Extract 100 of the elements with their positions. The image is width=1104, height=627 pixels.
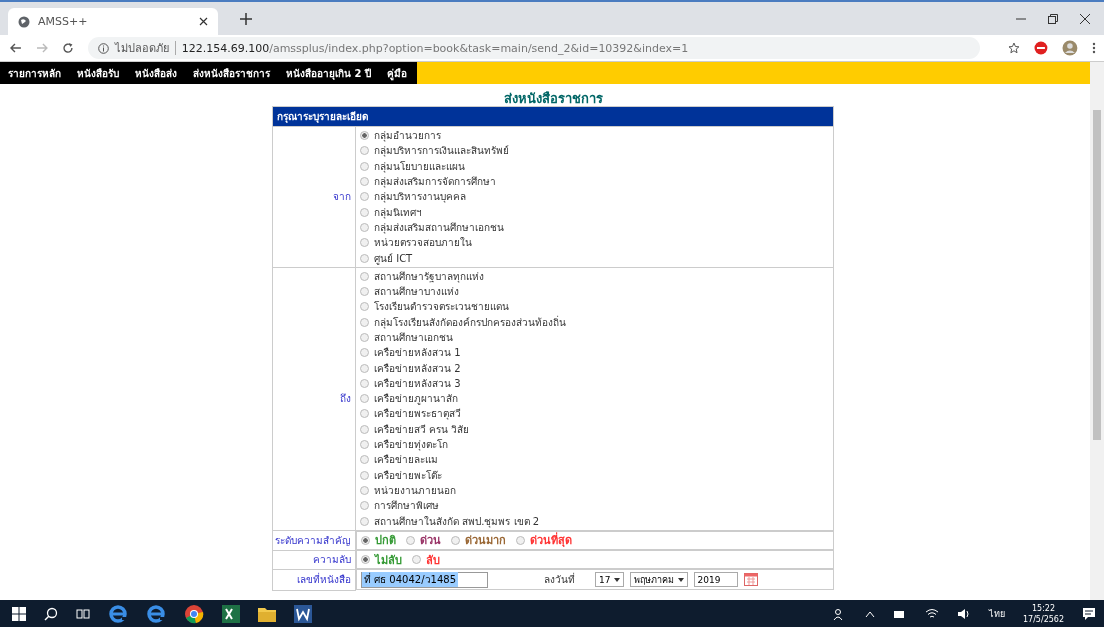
radio-button[interactable]	[360, 348, 369, 358]
radio-button[interactable]	[361, 555, 370, 565]
spreadsheet-icon[interactable]	[222, 604, 240, 623]
radio-option[interactable]: เครือข่ายสวี ครน วิสัย	[360, 421, 829, 437]
year-field[interactable]: 2019	[694, 572, 739, 588]
search-icon[interactable]	[44, 606, 58, 621]
radio-option[interactable]: เครือข่ายละแม	[360, 452, 829, 468]
back-icon[interactable]	[10, 42, 22, 54]
radio-option[interactable]: สถานศึกษาในสังกัด สพป.ชุมพร เขต 2	[360, 513, 829, 529]
windows-icon[interactable]	[12, 606, 26, 621]
new-tab-icon[interactable]	[240, 12, 252, 25]
radio-button[interactable]	[360, 222, 369, 232]
option-label[interactable]: ด่วนมาก	[465, 531, 506, 550]
option-label[interactable]: ด่วนที่สุด	[530, 531, 572, 550]
radio-option[interactable]: สถานศึกษาเอกชน	[360, 329, 829, 346]
scrollbar[interactable]	[1090, 62, 1104, 600]
nav-link[interactable]: หนังสืออายุเกิน 2 ปี	[286, 65, 371, 81]
option-label[interactable]: ลับ	[426, 550, 440, 569]
notification-icon[interactable]	[1082, 606, 1096, 621]
radio-button[interactable]	[360, 253, 369, 263]
radio-option[interactable]: เครือข่ายหลังสวน 2	[360, 360, 829, 376]
radio-option[interactable]: สถานศึกษารัฐบาลทุกแห่ง	[360, 268, 829, 284]
avatar-icon[interactable]	[1062, 40, 1079, 56]
radio-option[interactable]: โรงเรียนตำรวจตระเวนชายแดน	[360, 299, 829, 315]
radio-button[interactable]	[360, 177, 369, 187]
wifi-icon[interactable]	[924, 607, 939, 620]
radio-option[interactable]: เครือข่ายหลังสวน 1	[360, 345, 829, 361]
browser-e-icon[interactable]	[108, 603, 128, 624]
document-number-field[interactable]: ที่ ศธ 04042/ว1485	[361, 571, 488, 588]
language-indicator[interactable]: ไทย	[988, 606, 1005, 621]
radio-button[interactable]	[412, 555, 421, 565]
radio-option[interactable]: เครือข่ายภูผานาสัก	[360, 391, 829, 407]
browser-e-icon[interactable]	[146, 603, 166, 624]
radio-button[interactable]	[360, 485, 369, 495]
radio-button[interactable]	[360, 238, 369, 248]
radio-button[interactable]	[360, 192, 369, 202]
nav-link[interactable]: ส่งหนังสือราชการ	[193, 65, 270, 81]
radio-option[interactable]: เครือข่ายทุ่งตะโก	[360, 436, 829, 453]
radio-option[interactable]: หน่วยงานภายนอก	[360, 482, 829, 499]
radio-button[interactable]	[360, 146, 369, 156]
radio-button[interactable]	[360, 409, 369, 419]
radio-button[interactable]	[360, 161, 369, 171]
close-icon[interactable]	[199, 17, 208, 26]
radio-option[interactable]: กลุ่มนิเทศฯ	[360, 204, 829, 220]
nav-link[interactable]: หนังสือรับ	[77, 65, 119, 81]
radio-button[interactable]	[360, 333, 369, 342]
radio-button[interactable]	[360, 455, 369, 465]
task-view-icon[interactable]	[76, 606, 90, 621]
radio-option[interactable]: เครือข่ายหลังสวน 3	[360, 375, 829, 392]
radio-button[interactable]	[360, 302, 369, 312]
browser-tab[interactable]: AMSS++	[8, 8, 218, 35]
address-bar[interactable]: ไม่ปลอดภัย 122.154.69.100/amssplus/index.php?option=book&task=main/send_2&id=10392&index=1	[87, 37, 981, 59]
radio-button[interactable]	[516, 535, 525, 545]
calendar-icon[interactable]	[744, 573, 759, 587]
chevron-up-icon[interactable]	[864, 609, 875, 618]
radio-button[interactable]	[360, 317, 369, 327]
reload-icon[interactable]	[61, 42, 74, 54]
radio-button[interactable]	[360, 131, 369, 141]
chrome-icon[interactable]	[184, 603, 204, 624]
menu-icon[interactable]	[1092, 42, 1097, 54]
radio-option[interactable]: กลุ่มส่งเสริมการจัดการศึกษา	[360, 173, 829, 190]
radio-option[interactable]: การศึกษาพิเศษ	[360, 498, 829, 514]
radio-button[interactable]	[360, 271, 369, 281]
clock-time[interactable]: 15:22	[1031, 602, 1055, 614]
month-select[interactable]: พฤษภาคม	[630, 572, 689, 588]
radio-button[interactable]	[361, 535, 370, 545]
clock-date[interactable]: 17/5/2562	[1022, 613, 1064, 625]
radio-option[interactable]: กลุ่มบริหารการเงินและสินทรัพย์	[360, 143, 829, 159]
close-icon[interactable]	[1080, 13, 1090, 24]
star-icon[interactable]	[1008, 42, 1021, 54]
forward-icon[interactable]	[35, 42, 48, 54]
option-label[interactable]: ปกติ	[375, 531, 396, 550]
radio-option[interactable]: กลุ่มนโยบายและแผน	[360, 158, 829, 174]
nav-link[interactable]: รายการหลัก	[8, 65, 61, 81]
radio-option[interactable]: กลุ่มอำนวยการ	[360, 128, 829, 144]
nav-link[interactable]: คู่มือ	[386, 65, 407, 81]
radio-option[interactable]: เครือข่ายพะโต๊ะ	[360, 467, 829, 483]
radio-option[interactable]: กลุ่มโรงเรียนสังกัดองค์กรปกครองส่วนท้องถิ่น	[360, 314, 829, 330]
speaker-icon[interactable]	[956, 607, 971, 620]
folder-icon[interactable]	[258, 605, 276, 622]
radio-button[interactable]	[360, 470, 369, 480]
radio-option[interactable]: ศูนย์ ICT	[360, 250, 829, 266]
radio-option[interactable]: หน่วยตรวจสอบภายใน	[360, 235, 829, 251]
restore-icon[interactable]	[1048, 13, 1058, 24]
day-select[interactable]: 17	[595, 572, 625, 588]
option-label[interactable]: ไม่ลับ	[375, 550, 402, 569]
option-label[interactable]: ด่วน	[420, 531, 441, 550]
radio-button[interactable]	[360, 440, 369, 450]
radio-button[interactable]	[360, 424, 369, 434]
radio-button[interactable]	[360, 378, 369, 388]
radio-button[interactable]	[360, 516, 369, 526]
radio-button[interactable]	[360, 501, 369, 511]
radio-option[interactable]: กลุ่มบริหารงานบุคคล	[360, 189, 829, 205]
radio-button[interactable]	[360, 287, 369, 297]
radio-button[interactable]	[360, 207, 369, 217]
document-icon[interactable]	[294, 604, 312, 623]
radio-button[interactable]	[406, 535, 415, 545]
radio-button[interactable]	[360, 394, 369, 404]
radio-button[interactable]	[360, 363, 369, 373]
radio-option[interactable]: กลุ่มส่งเสริมสถานศึกษาเอกชน	[360, 219, 829, 236]
